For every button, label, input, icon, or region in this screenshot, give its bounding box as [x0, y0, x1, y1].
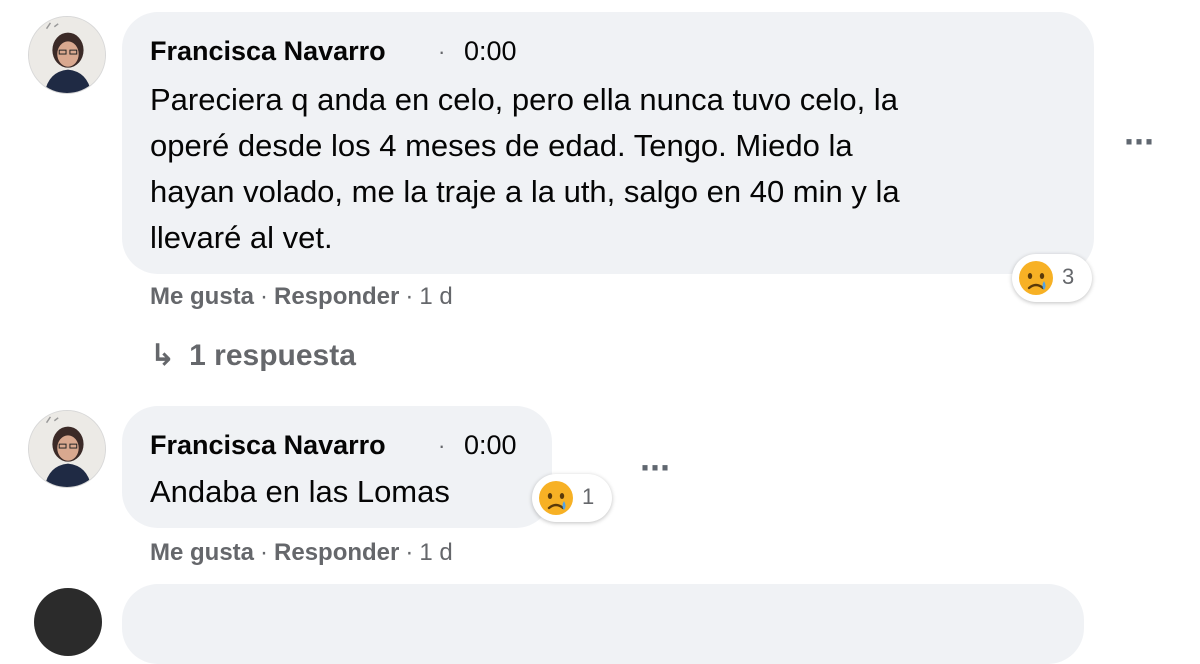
- separator-dot: ·: [438, 433, 446, 458]
- comment-text: Andaba en las Lomas: [150, 469, 450, 515]
- avatar[interactable]: [28, 16, 106, 94]
- reply-arrow-icon: ↳: [150, 339, 176, 372]
- separator-dot: ·: [438, 39, 446, 64]
- more-options-icon[interactable]: ···: [640, 450, 672, 486]
- reply-button[interactable]: Responder: [274, 539, 399, 566]
- avatar-photo: [29, 411, 105, 487]
- comment-text-line: hayan volado, me la traje a la uth, salg…: [150, 174, 900, 209]
- reaction-badge[interactable]: 1: [532, 474, 612, 522]
- sad-crying-face-icon: [1019, 261, 1053, 295]
- comment-text-line: Andaba en las Lomas: [150, 474, 450, 509]
- comment-time[interactable]: 0:00: [464, 36, 517, 67]
- comment-age[interactable]: 1 d: [419, 283, 452, 310]
- comment-bubble: [122, 584, 1084, 664]
- reaction-count: 1: [582, 484, 595, 509]
- comment-actions: Me gusta · Responder · 1 d: [150, 539, 453, 567]
- view-replies-link[interactable]: ↳ 1 respuesta: [150, 338, 356, 373]
- reply-button[interactable]: Responder: [274, 283, 399, 310]
- separator-dot: ·: [405, 539, 414, 566]
- comment-age[interactable]: 1 d: [419, 539, 452, 566]
- avatar[interactable]: [34, 588, 102, 656]
- avatar-photo: [29, 17, 105, 93]
- reaction-badge[interactable]: 3: [1012, 254, 1092, 302]
- reaction-count: 3: [1062, 264, 1075, 289]
- avatar[interactable]: [28, 410, 106, 488]
- like-button[interactable]: Me gusta: [150, 283, 254, 310]
- separator-dot: ·: [260, 539, 269, 566]
- comment-bubble: Francisca Navarro · 0:00 Pareciera q and…: [122, 12, 1094, 274]
- comment-text-line: llevaré al vet.: [150, 220, 333, 255]
- comment-actions: Me gusta · Responder · 1 d: [150, 283, 453, 311]
- more-options-icon[interactable]: ···: [1124, 124, 1156, 160]
- comment-bubble: Francisca Navarro · 0:00 Andaba en las L…: [122, 406, 552, 528]
- comment-author[interactable]: Francisca Navarro: [150, 36, 386, 67]
- replies-label: 1 respuesta: [189, 339, 356, 372]
- comment-text-line: Pareciera q anda en celo, pero ella nunc…: [150, 82, 898, 117]
- comment-author[interactable]: Francisca Navarro: [150, 430, 386, 461]
- separator-dot: ·: [405, 283, 414, 310]
- sad-crying-face-icon: [539, 481, 573, 515]
- comment-text-line: operé desde los 4 meses de edad. Tengo. …: [150, 128, 853, 163]
- comment-text: Pareciera q anda en celo, pero ella nunc…: [150, 77, 900, 261]
- comment-time[interactable]: 0:00: [464, 430, 517, 461]
- like-button[interactable]: Me gusta: [150, 539, 254, 566]
- separator-dot: ·: [260, 283, 269, 310]
